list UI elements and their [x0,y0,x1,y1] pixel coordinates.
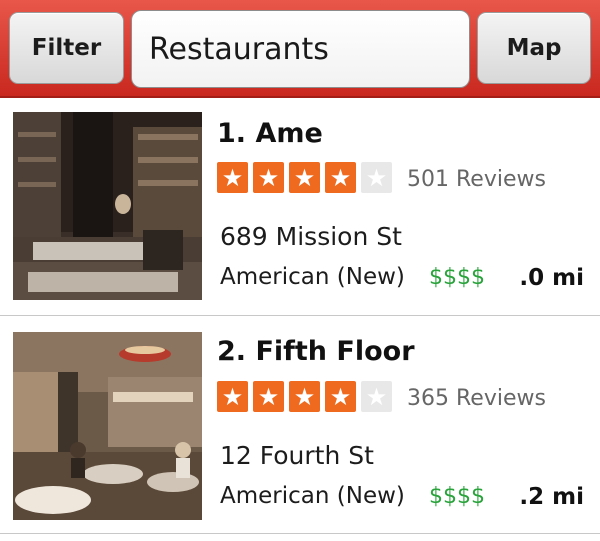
star-icon: ★ [289,381,320,412]
restaurant-photo [13,332,202,520]
map-button[interactable]: Map [477,12,591,84]
result-row[interactable]: 1. Ame ★ ★ ★ ★ ★ 501 Reviews 689 Mission… [0,98,600,316]
distance: .2 mi [519,484,584,510]
price-level: $$$$ [429,484,485,509]
restaurant-name[interactable]: 1. Ame [217,118,323,149]
star-rating: ★ ★ ★ ★ ★ [217,381,397,412]
star-icon: ★ [253,381,284,412]
search-input[interactable]: Restaurants [131,10,470,88]
star-icon: ★ [361,381,392,412]
review-count: 501 Reviews [407,167,546,192]
top-bar: Filter Restaurants Map [0,0,600,98]
star-icon: ★ [289,162,320,193]
category: American (New) [220,483,405,509]
star-icon: ★ [325,381,356,412]
restaurant-name[interactable]: 2. Fifth Floor [217,336,415,367]
star-rating: ★ ★ ★ ★ ★ [217,162,397,193]
filter-button[interactable]: Filter [9,12,124,84]
category: American (New) [220,264,405,290]
price-level: $$$$ [429,265,485,290]
star-icon: ★ [253,162,284,193]
review-count: 365 Reviews [407,386,546,411]
star-icon: ★ [217,162,248,193]
distance: .0 mi [519,265,584,291]
star-icon: ★ [361,162,392,193]
address: 689 Mission St [220,222,402,251]
result-row[interactable]: 2. Fifth Floor ★ ★ ★ ★ ★ 365 Reviews 12 … [0,316,600,534]
star-icon: ★ [325,162,356,193]
restaurant-photo [13,112,202,300]
star-icon: ★ [217,381,248,412]
address: 12 Fourth St [220,441,374,470]
